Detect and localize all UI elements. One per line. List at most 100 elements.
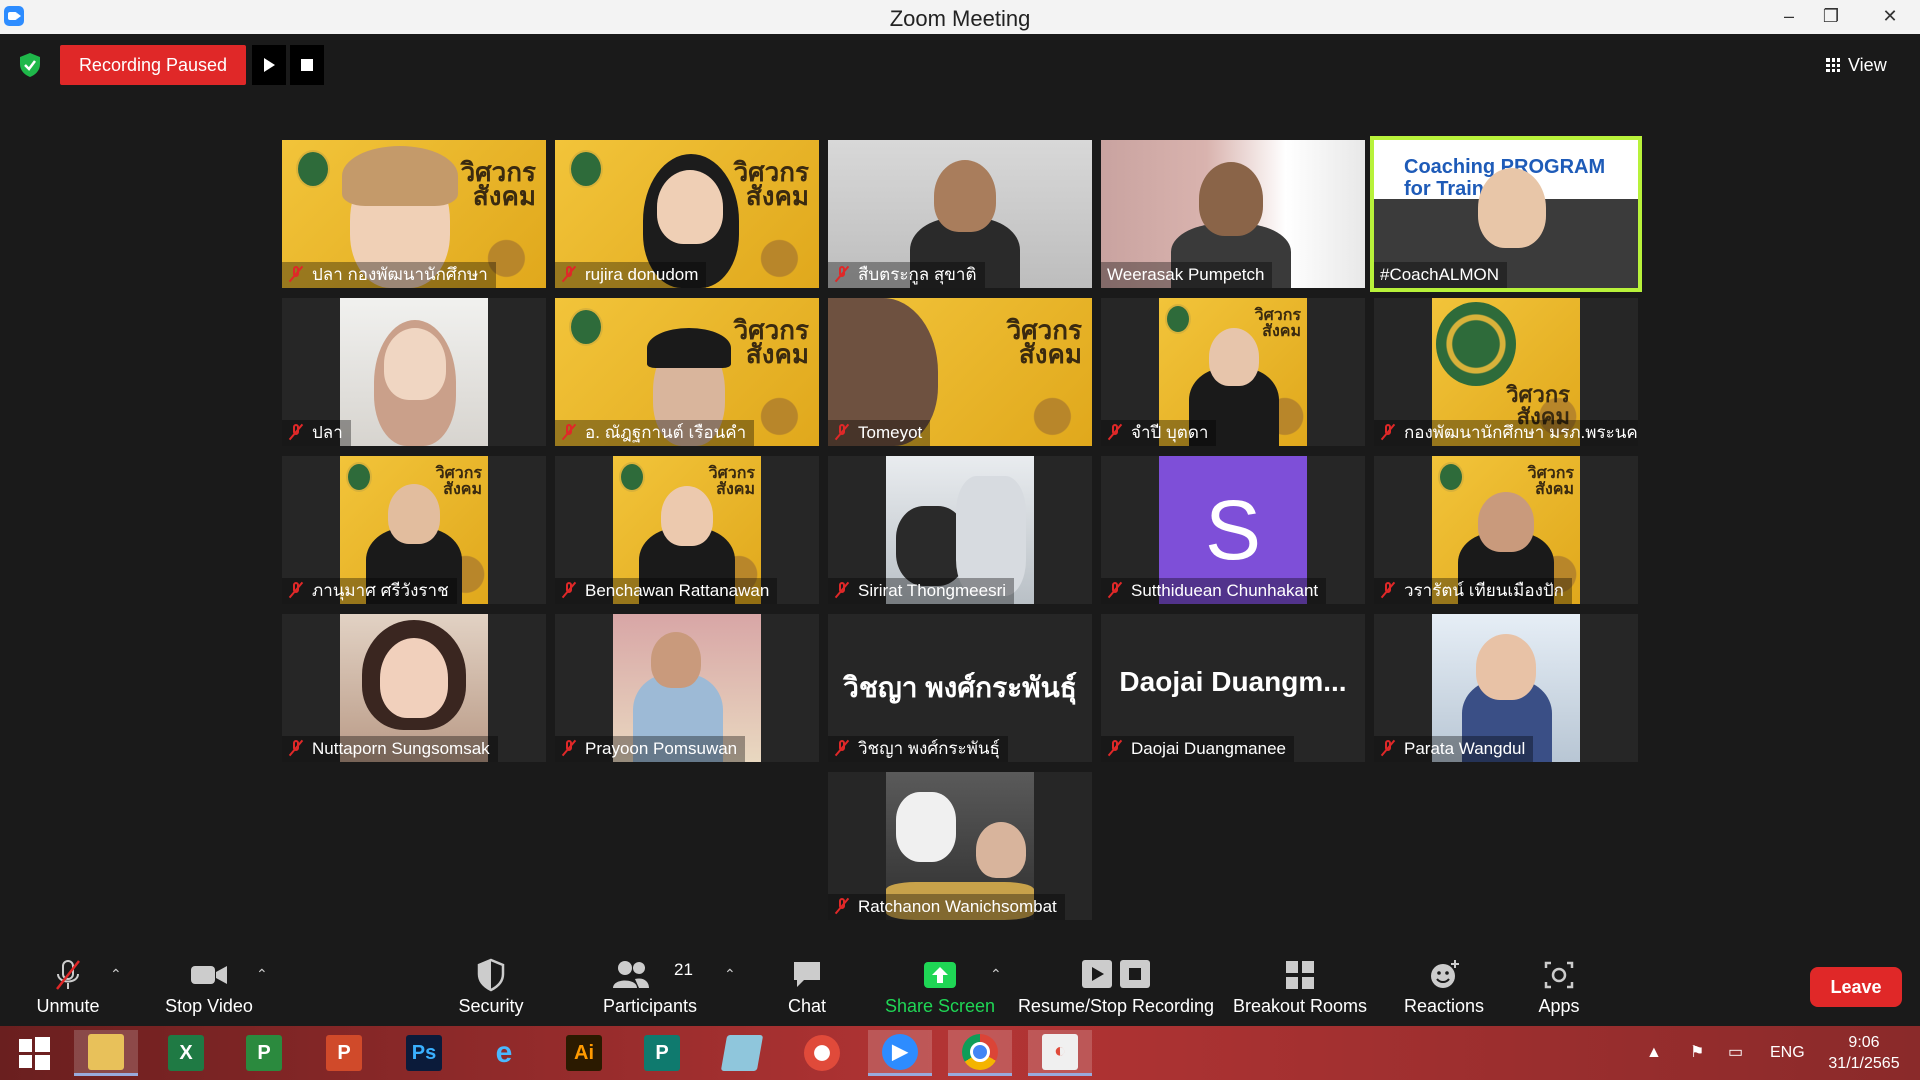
illustrator-icon[interactable]: Ai bbox=[552, 1030, 616, 1076]
muted-mic-icon bbox=[1380, 423, 1396, 441]
resume-stop-recording-icon bbox=[1082, 960, 1150, 988]
muted-mic-icon bbox=[561, 265, 577, 283]
participant-name-tag: จำปี บุตดา bbox=[1101, 420, 1217, 446]
video-tile[interactable]: Ratchanon Wanichsombat bbox=[828, 772, 1092, 920]
participant-video bbox=[340, 298, 488, 446]
photoscape-icon[interactable] bbox=[790, 1030, 854, 1076]
muted-mic-icon bbox=[834, 265, 850, 283]
photoshop-icon[interactable]: Ps bbox=[392, 1030, 456, 1076]
background-wordmark: วิศวกร สังคม bbox=[733, 157, 809, 211]
windows-taskbar: X P P Ps e Ai P ▶ ◐ ▲ ⚑ ▭ ENG 9:06 31/1/… bbox=[0, 1026, 1920, 1080]
video-tile[interactable]: วิศวกร สังคม กองพัฒนานักศึกษา มรภ.พระนคร bbox=[1374, 298, 1638, 446]
close-button[interactable]: ✕ bbox=[1860, 0, 1920, 34]
video-tile[interactable]: Nuttaporn Sungsomsak bbox=[282, 614, 546, 762]
participant-name-tag: Sutthiduean Chunhakant bbox=[1101, 578, 1327, 604]
background-wordmark: วิศวกร สังคม bbox=[1527, 465, 1574, 498]
maximize-button[interactable]: ❐ bbox=[1808, 0, 1854, 34]
recording-status[interactable]: Recording Paused bbox=[60, 45, 246, 85]
muted-mic-icon bbox=[561, 423, 577, 441]
participants-options-chevron-up-icon[interactable]: ⌃ bbox=[724, 966, 736, 982]
encryption-shield-icon[interactable] bbox=[18, 52, 42, 78]
windows-start-icon[interactable] bbox=[2, 1030, 66, 1076]
reactions-smiley-icon bbox=[1431, 960, 1459, 988]
muted-mic-icon bbox=[288, 265, 304, 283]
video-tile[interactable]: วิศวกร สังคม rujira donudom bbox=[555, 140, 819, 288]
background-wordmark: วิศวกร สังคม bbox=[708, 465, 755, 498]
video-options-chevron-up-icon[interactable]: ⌃ bbox=[256, 966, 268, 982]
video-tile[interactable]: วิศวกร สังคม Benchawan Rattanawan bbox=[555, 456, 819, 604]
participant-display-name: Daojai Duangm... bbox=[1119, 666, 1347, 697]
resume-stop-recording-button[interactable]: Resume/Stop Recording bbox=[1016, 946, 1216, 1026]
video-tile[interactable]: วิศวกร สังคม อ. ณัฎฐกานต์ เรือนคำ bbox=[555, 298, 819, 446]
show-hidden-icons-chevron-icon[interactable]: ▲ bbox=[1646, 1026, 1662, 1080]
participant-display-name: วิชญา พงศ์กระพันธุ์ bbox=[843, 672, 1077, 703]
video-tile[interactable]: สืบตระกูล สุขาติ bbox=[828, 140, 1092, 288]
action-center-flag-icon[interactable]: ⚑ bbox=[1690, 1026, 1704, 1080]
chat-button[interactable]: Chat bbox=[772, 946, 842, 1026]
excel-icon[interactable]: X bbox=[154, 1030, 218, 1076]
muted-mic-icon bbox=[834, 897, 850, 915]
taskbar-clock[interactable]: 9:06 31/1/2565 bbox=[1816, 1032, 1912, 1074]
photo-viewer-icon[interactable]: ◐ bbox=[1028, 1030, 1092, 1076]
participant-name-tag: Prayoon Pomsuwan bbox=[555, 736, 746, 762]
apps-button[interactable]: Apps bbox=[1524, 946, 1594, 1026]
video-tile[interactable]: Prayoon Pomsuwan bbox=[555, 614, 819, 762]
video-tile[interactable]: วิศวกร สังคม วรารัตน์ เทียนเมืองปัก bbox=[1374, 456, 1638, 604]
video-tile-active-speaker[interactable]: Coaching PROGRAM for Trainer #CoachALMON bbox=[1370, 136, 1642, 292]
video-tile[interactable]: วิชญา พงศ์กระพันธุ์ วิชญา พงศ์กระพันธุ์ bbox=[828, 614, 1092, 762]
muted-mic-icon bbox=[288, 423, 304, 441]
university-logo bbox=[296, 150, 330, 188]
stop-recording-button[interactable] bbox=[290, 45, 324, 85]
notes-icon[interactable] bbox=[710, 1030, 774, 1076]
publisher-icon[interactable]: P bbox=[630, 1030, 694, 1076]
video-tile[interactable]: วิศวกร สังคม Tomeyot bbox=[828, 298, 1092, 446]
muted-mic-icon bbox=[561, 581, 577, 599]
participant-name-tag: วรารัตน์ เทียนเมืองปัก bbox=[1374, 578, 1572, 604]
security-button[interactable]: Security bbox=[446, 946, 536, 1026]
resume-recording-button[interactable] bbox=[252, 45, 286, 85]
university-logo bbox=[569, 308, 603, 346]
audio-options-chevron-up-icon[interactable]: ⌃ bbox=[110, 966, 122, 982]
video-tile[interactable]: วิศวกร สังคม ภานุมาศ ศรีวังราช bbox=[282, 456, 546, 604]
video-tile[interactable]: ปลา bbox=[282, 298, 546, 446]
participants-icon bbox=[612, 961, 649, 988]
muted-mic-icon bbox=[288, 581, 304, 599]
university-logo bbox=[346, 462, 372, 492]
video-tile[interactable]: วิศวกร สังคม ปลา กองพัฒนานักศึกษา bbox=[282, 140, 546, 288]
network-icon[interactable]: ▭ bbox=[1728, 1026, 1743, 1080]
participants-button[interactable]: Participants bbox=[590, 946, 710, 1026]
share-screen-arrow-icon bbox=[924, 962, 956, 988]
unmute-button[interactable]: Unmute bbox=[18, 946, 118, 1026]
video-camera-icon bbox=[191, 966, 227, 984]
share-options-chevron-up-icon[interactable]: ⌃ bbox=[990, 966, 1002, 982]
participants-count: 21 bbox=[674, 960, 693, 979]
input-language[interactable]: ENG bbox=[1770, 1026, 1805, 1080]
participant-name-tag: ปลา กองพัฒนานักศึกษา bbox=[282, 262, 496, 288]
video-tile[interactable]: S Sutthiduean Chunhakant bbox=[1101, 456, 1365, 604]
university-logo bbox=[1438, 462, 1464, 492]
share-screen-button[interactable]: Share Screen bbox=[880, 946, 1000, 1026]
participant-name-tag: ปลา bbox=[282, 420, 351, 446]
breakout-rooms-button[interactable]: Breakout Rooms bbox=[1230, 946, 1370, 1026]
zoom-icon[interactable]: ▶ bbox=[868, 1030, 932, 1076]
window-title: Zoom Meeting bbox=[889, 6, 1031, 31]
video-tile[interactable]: วิศวกร สังคม จำปี บุตดา bbox=[1101, 298, 1365, 446]
view-button[interactable]: View bbox=[1826, 48, 1906, 82]
muted-mic-icon bbox=[834, 739, 850, 757]
file-explorer-icon[interactable] bbox=[74, 1030, 138, 1076]
chrome-icon[interactable] bbox=[948, 1030, 1012, 1076]
video-tile[interactable]: Parata Wangdul bbox=[1374, 614, 1638, 762]
video-tile[interactable]: Sirirat Thongmeesri bbox=[828, 456, 1092, 604]
video-tile[interactable]: Weerasak Pumpetch bbox=[1101, 140, 1365, 288]
internet-explorer-icon[interactable]: e bbox=[472, 1030, 536, 1076]
video-tile[interactable]: Daojai Duangm... Daojai Duangmanee bbox=[1101, 614, 1365, 762]
muted-mic-icon bbox=[56, 960, 80, 990]
leave-button[interactable]: Leave bbox=[1810, 967, 1902, 1007]
stop-video-button[interactable]: Stop Video bbox=[154, 946, 264, 1026]
minimize-button[interactable]: – bbox=[1766, 0, 1812, 34]
muted-mic-icon bbox=[561, 739, 577, 757]
project-icon[interactable]: P bbox=[232, 1030, 296, 1076]
reactions-button[interactable]: Reactions bbox=[1394, 946, 1494, 1026]
powerpoint-icon[interactable]: P bbox=[312, 1030, 376, 1076]
clock-date: 31/1/2565 bbox=[1828, 1055, 1900, 1072]
